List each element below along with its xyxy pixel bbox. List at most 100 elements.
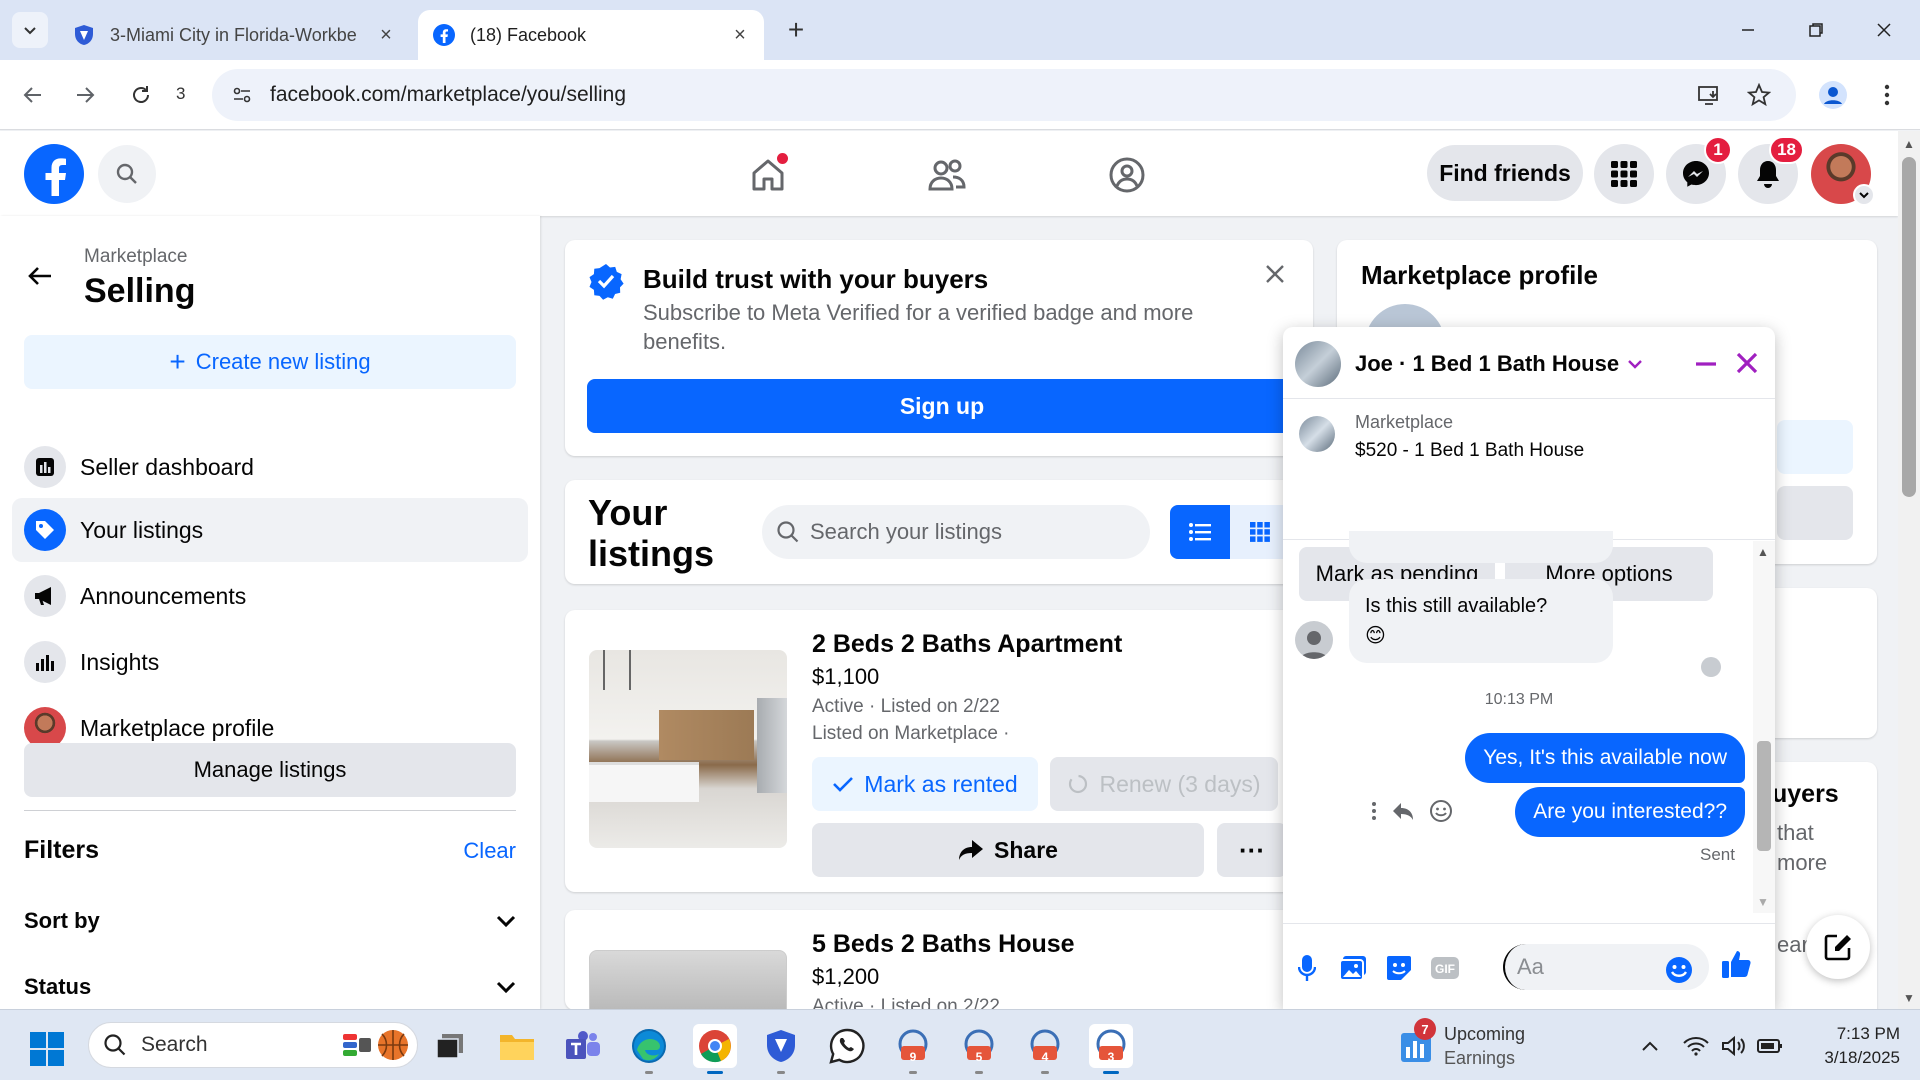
dismiss-card-button[interactable] — [1255, 254, 1295, 294]
close-tab-icon[interactable]: × — [730, 24, 750, 46]
scroll-down-icon[interactable]: ▼ — [1757, 895, 1769, 909]
clear-filters-link[interactable]: Clear — [463, 838, 516, 864]
facebook-logo[interactable] — [24, 144, 84, 204]
chat-title[interactable]: Joe · 1 Bed 1 Bath House — [1355, 351, 1643, 377]
account-avatar[interactable] — [1811, 144, 1875, 206]
scroll-down-icon[interactable]: ▼ — [1902, 991, 1916, 1005]
upcoming-earnings-widget[interactable]: 7 Upcoming Earnings — [1400, 1018, 1525, 1070]
mark-as-rented-button[interactable]: Mark as rented — [812, 757, 1038, 811]
manage-listings-button[interactable]: Manage listings — [24, 743, 516, 797]
scroll-up-icon[interactable]: ▲ — [1902, 137, 1916, 151]
system-clock[interactable]: 7:13 PM 3/18/2025 — [1790, 1022, 1900, 1070]
forward-button[interactable] — [66, 76, 104, 114]
more-vertical-icon[interactable] — [1371, 801, 1377, 821]
list-view-toggle[interactable] — [1170, 505, 1230, 559]
tab-search-menu-button[interactable] — [12, 12, 48, 48]
browser-tab-workbench[interactable]: 3-Miami City in Florida-Workbe × — [58, 10, 410, 60]
grid-view-toggle[interactable] — [1230, 505, 1290, 559]
show-hidden-icons-button[interactable] — [1636, 1032, 1664, 1060]
remote-app-4[interactable]: 4 — [1023, 1024, 1067, 1074]
outgoing-message[interactable]: Yes, It's this available now — [1465, 733, 1745, 783]
reload-button[interactable] — [122, 76, 160, 114]
renew-listing-button[interactable]: Renew (3 days) — [1050, 757, 1278, 811]
reply-icon[interactable] — [1391, 801, 1415, 821]
search-listings-input[interactable]: Search your listings — [762, 505, 1150, 559]
sidebar-item-your-listings[interactable]: Your listings — [12, 498, 528, 562]
chrome-browser-app[interactable] — [693, 1024, 737, 1074]
taskbar-search[interactable]: Search — [88, 1022, 418, 1068]
bookmark-button[interactable] — [1740, 76, 1778, 114]
share-listing-button[interactable]: Share — [812, 823, 1204, 877]
chat-scrollbar[interactable]: ▲ ▼ — [1753, 541, 1775, 913]
sidebar-item-insights[interactable]: Insights — [12, 630, 528, 694]
browser-tab-facebook[interactable]: (18) Facebook × — [418, 10, 764, 60]
close-window-button[interactable] — [1862, 10, 1906, 50]
new-message-button[interactable] — [1806, 915, 1870, 979]
battery-status[interactable] — [1756, 1032, 1784, 1060]
remote-app-3[interactable]: 3 — [1089, 1024, 1133, 1074]
back-button[interactable] — [14, 76, 52, 114]
workbench-app[interactable] — [759, 1024, 803, 1074]
home-nav-button[interactable] — [744, 151, 792, 199]
notifications-button[interactable]: 18 — [1738, 136, 1804, 204]
teams-app[interactable] — [561, 1024, 605, 1068]
start-button[interactable] — [30, 1032, 64, 1066]
remote-app-5[interactable]: 5 — [957, 1024, 1001, 1074]
incoming-message[interactable]: Is this still available? 😊 — [1349, 579, 1613, 663]
listing-photo-house[interactable] — [589, 950, 787, 1010]
context-listing[interactable]: $520 - 1 Bed 1 Bath House — [1355, 440, 1584, 462]
close-tab-icon[interactable]: × — [376, 24, 396, 46]
volume-control[interactable] — [1720, 1032, 1748, 1060]
outgoing-message[interactable]: Are you interested?? — [1515, 787, 1745, 837]
facebook-search-button[interactable] — [98, 145, 156, 203]
new-tab-button[interactable]: + — [780, 14, 812, 46]
chat-scrollbar-thumb[interactable] — [1757, 741, 1771, 851]
voice-clip-button[interactable] — [1291, 952, 1323, 984]
breadcrumb[interactable]: Marketplace — [84, 246, 188, 268]
scrollbar-thumb[interactable] — [1902, 157, 1916, 497]
listing-title[interactable]: 2 Beds 2 Baths Apartment — [812, 630, 1122, 659]
chat-avatar[interactable] — [1295, 341, 1341, 387]
sort-by-filter[interactable]: Sort by — [24, 908, 516, 934]
menu-grid-button[interactable] — [1594, 144, 1654, 204]
site-info-icon[interactable] — [228, 81, 256, 109]
gif-button[interactable]: GIF — [1429, 952, 1461, 984]
status-filter[interactable]: Status — [24, 974, 516, 1000]
scroll-up-icon[interactable]: ▲ — [1757, 545, 1769, 559]
sign-up-button[interactable]: Sign up — [587, 379, 1297, 433]
sticker-button[interactable] — [1383, 952, 1415, 984]
listing-title[interactable]: 5 Beds 2 Baths House — [812, 930, 1075, 959]
profile-secondary-button[interactable] — [1777, 486, 1853, 540]
file-explorer-app[interactable] — [495, 1024, 539, 1068]
page-scrollbar[interactable]: ▲ ▼ — [1898, 131, 1920, 1009]
sidebar-item-announcements[interactable]: Announcements — [12, 564, 528, 628]
minimize-chat-button[interactable] — [1691, 349, 1721, 379]
browser-menu-button[interactable] — [1868, 76, 1906, 114]
find-friends-button[interactable]: Find friends — [1427, 145, 1583, 201]
remote-app-9[interactable]: 9 — [891, 1024, 935, 1074]
like-button[interactable] — [1721, 948, 1753, 980]
minimize-window-button[interactable] — [1726, 10, 1770, 50]
wifi-status[interactable] — [1682, 1032, 1710, 1060]
messenger-button[interactable]: 1 — [1666, 136, 1732, 204]
restore-window-button[interactable] — [1794, 10, 1838, 50]
create-new-listing-button[interactable]: + Create new listing — [24, 335, 516, 389]
address-bar[interactable]: facebook.com/marketplace/you/selling — [212, 69, 1796, 121]
whatsapp-app[interactable] — [825, 1024, 869, 1068]
profile-primary-button[interactable] — [1777, 420, 1853, 474]
browser-profile-button[interactable] — [1814, 76, 1852, 114]
emoji-picker-icon[interactable] — [1665, 956, 1693, 984]
groups-nav-button[interactable] — [1103, 151, 1151, 199]
friends-nav-button[interactable] — [923, 151, 971, 199]
listing-more-options-button[interactable]: ··· — [1217, 823, 1287, 877]
install-app-button[interactable] — [1690, 76, 1728, 114]
sidebar-item-seller-dashboard[interactable]: Seller dashboard — [12, 435, 528, 499]
attach-photo-button[interactable] — [1337, 952, 1369, 984]
edge-browser-app[interactable] — [627, 1024, 671, 1074]
back-arrow-button[interactable] — [22, 258, 58, 294]
react-emoji-icon[interactable] — [1429, 799, 1453, 823]
close-chat-button[interactable] — [1731, 347, 1763, 379]
task-view-button[interactable] — [428, 1024, 472, 1068]
listing-photo-kitchen[interactable] — [589, 650, 787, 848]
grid-menu-icon — [1611, 161, 1637, 187]
